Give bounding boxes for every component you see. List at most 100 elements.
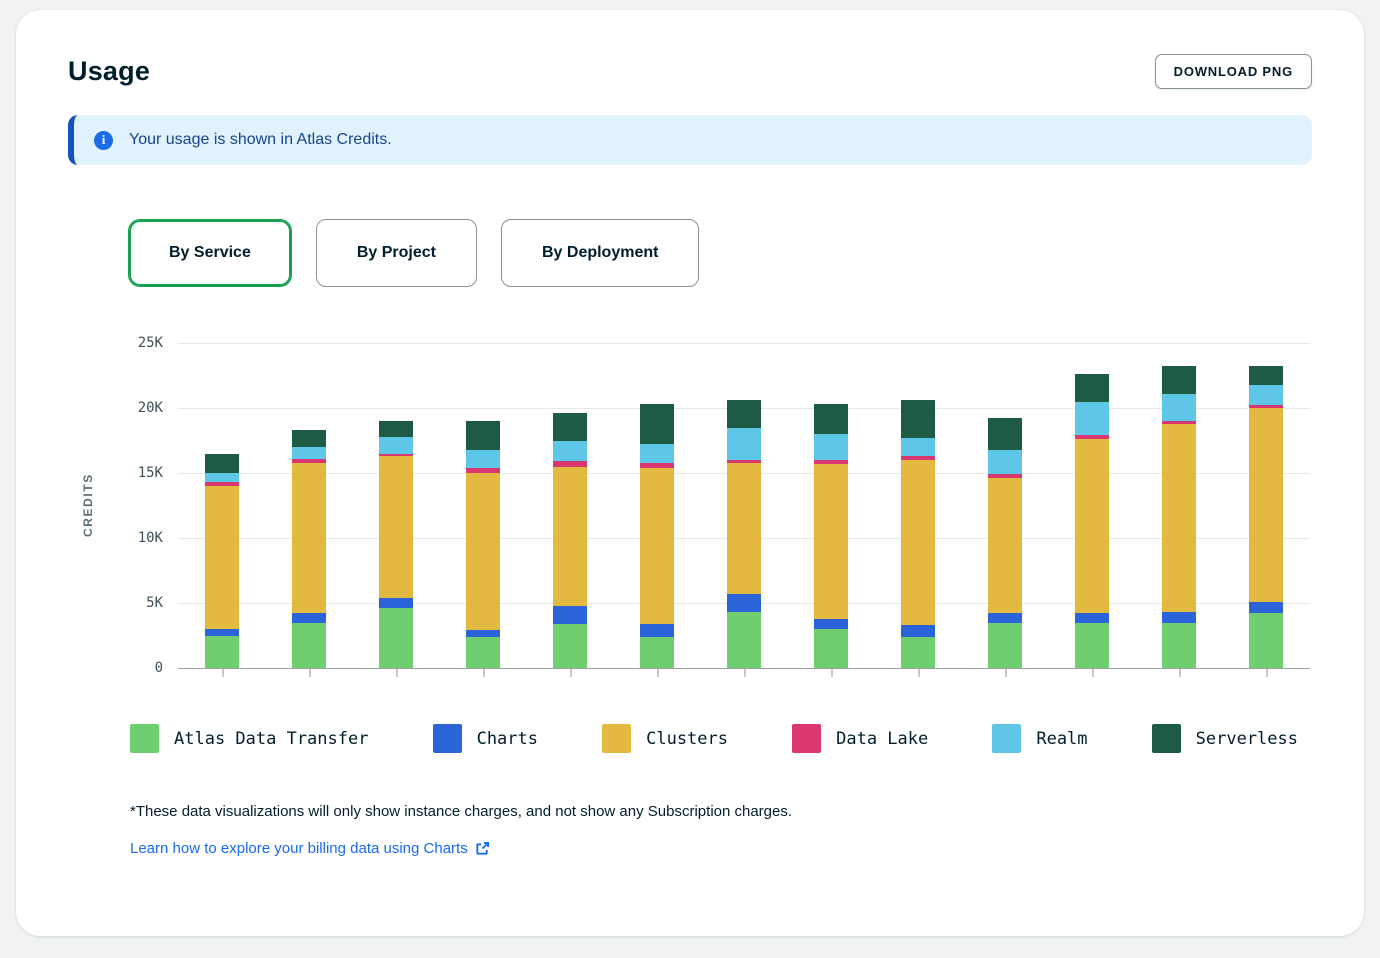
legend-item: Serverless xyxy=(1152,724,1298,753)
card-header: Usage DOWNLOAD PNG xyxy=(68,54,1312,89)
bar-segment xyxy=(466,637,500,668)
bar-segment xyxy=(988,450,1022,475)
usage-chart: CREDITS 05K10K15K20K25K xyxy=(68,343,1312,668)
bar-slot xyxy=(526,343,613,668)
legend-item: Data Lake xyxy=(792,724,928,753)
bar-segment xyxy=(640,624,674,637)
stacked-bar[interactable] xyxy=(292,430,326,668)
stacked-bar[interactable] xyxy=(379,421,413,668)
y-axis-title: CREDITS xyxy=(68,343,108,668)
stacked-bar[interactable] xyxy=(988,418,1022,668)
billing-data-charts-link[interactable]: Learn how to explore your billing data u… xyxy=(130,840,490,857)
legend-item: Charts xyxy=(433,724,538,753)
bar-slot xyxy=(1049,343,1136,668)
bar-segment xyxy=(1162,366,1196,393)
toggle-by-project[interactable]: By Project xyxy=(316,219,477,287)
bar-slot xyxy=(875,343,962,668)
toggle-by-service[interactable]: By Service xyxy=(128,219,292,287)
bar-segment xyxy=(901,460,935,625)
stacked-bar[interactable] xyxy=(727,400,761,668)
stacked-bar[interactable] xyxy=(205,454,239,668)
bar-slot xyxy=(613,343,700,668)
bar-segment xyxy=(988,623,1022,669)
bar-segment xyxy=(379,437,413,454)
bar-segment xyxy=(379,608,413,668)
bar-segment xyxy=(1162,612,1196,622)
stacked-bar[interactable] xyxy=(901,400,935,668)
x-tick-mark xyxy=(222,669,224,677)
bar-segment xyxy=(1162,623,1196,669)
bar-segment xyxy=(640,404,674,444)
bar-segment xyxy=(466,421,500,450)
stacked-bar[interactable] xyxy=(1075,374,1109,668)
bar-segment xyxy=(901,637,935,668)
bar-segment xyxy=(1162,424,1196,613)
bar-segment xyxy=(814,629,848,668)
stacked-bar[interactable] xyxy=(466,421,500,668)
stacked-bar[interactable] xyxy=(1249,366,1283,668)
bar-segment xyxy=(901,438,935,456)
bar-slot xyxy=(700,343,787,668)
x-tick-mark xyxy=(831,669,833,677)
bar-segment xyxy=(1249,366,1283,384)
bar-segment xyxy=(727,612,761,668)
info-banner-text: Your usage is shown in Atlas Credits. xyxy=(129,131,392,149)
bar-segment xyxy=(727,594,761,612)
bar-segment xyxy=(1249,602,1283,614)
y-tick-label: 0 xyxy=(155,660,163,676)
footnote: *These data visualizations will only sho… xyxy=(130,803,1312,820)
bar-segment xyxy=(988,418,1022,449)
bar-segment xyxy=(727,463,761,594)
toggle-by-deployment[interactable]: By Deployment xyxy=(501,219,699,287)
x-tick-mark xyxy=(570,669,572,677)
bar-slot xyxy=(265,343,352,668)
legend-item: Clusters xyxy=(602,724,728,753)
bar-slot xyxy=(1136,343,1223,668)
stacked-bar[interactable] xyxy=(814,404,848,668)
bar-segment xyxy=(1075,439,1109,613)
bar-segment xyxy=(814,404,848,434)
bar-segment xyxy=(640,637,674,668)
y-tick-label: 25K xyxy=(138,335,163,351)
bar-segment xyxy=(292,430,326,447)
usage-card: Usage DOWNLOAD PNG i Your usage is shown… xyxy=(16,10,1364,936)
download-png-button[interactable]: DOWNLOAD PNG xyxy=(1155,54,1312,89)
legend-swatch xyxy=(433,724,462,753)
bar-segment xyxy=(727,428,761,461)
legend-swatch xyxy=(792,724,821,753)
stacked-bar[interactable] xyxy=(640,404,674,668)
stacked-bar[interactable] xyxy=(553,413,587,668)
bar-segment xyxy=(1075,374,1109,401)
stacked-bar[interactable] xyxy=(1162,366,1196,668)
legend-label: Clusters xyxy=(646,729,728,749)
bar-segment xyxy=(466,450,500,468)
bar-segment xyxy=(1075,402,1109,436)
legend-swatch xyxy=(130,724,159,753)
bar-segment xyxy=(988,478,1022,613)
bar-segment xyxy=(205,636,239,669)
bar-segment xyxy=(640,444,674,462)
legend-label: Charts xyxy=(477,729,538,749)
bar-segment xyxy=(292,447,326,459)
bar-segment xyxy=(466,473,500,630)
legend-item: Realm xyxy=(992,724,1087,753)
page-title: Usage xyxy=(68,56,150,87)
info-banner: i Your usage is shown in Atlas Credits. xyxy=(68,115,1312,165)
x-tick-mark xyxy=(1092,669,1094,677)
bar-segment xyxy=(379,598,413,608)
chart-legend: Atlas Data Transfer Charts Clusters Data La… xyxy=(130,724,1298,753)
link-label: Learn how to explore your billing data u… xyxy=(130,840,468,857)
bar-segment xyxy=(814,464,848,619)
bar-segment xyxy=(553,467,587,606)
x-tick-mark xyxy=(1266,669,1268,677)
bar-slot xyxy=(439,343,526,668)
x-tick-mark xyxy=(1179,669,1181,677)
x-tick-mark xyxy=(918,669,920,677)
bar-segment xyxy=(292,623,326,669)
legend-label: Atlas Data Transfer xyxy=(174,729,368,749)
x-tick-mark xyxy=(396,669,398,677)
bar-segment xyxy=(553,624,587,668)
bar-segment xyxy=(640,468,674,624)
bar-segment xyxy=(205,486,239,629)
bar-slot xyxy=(352,343,439,668)
